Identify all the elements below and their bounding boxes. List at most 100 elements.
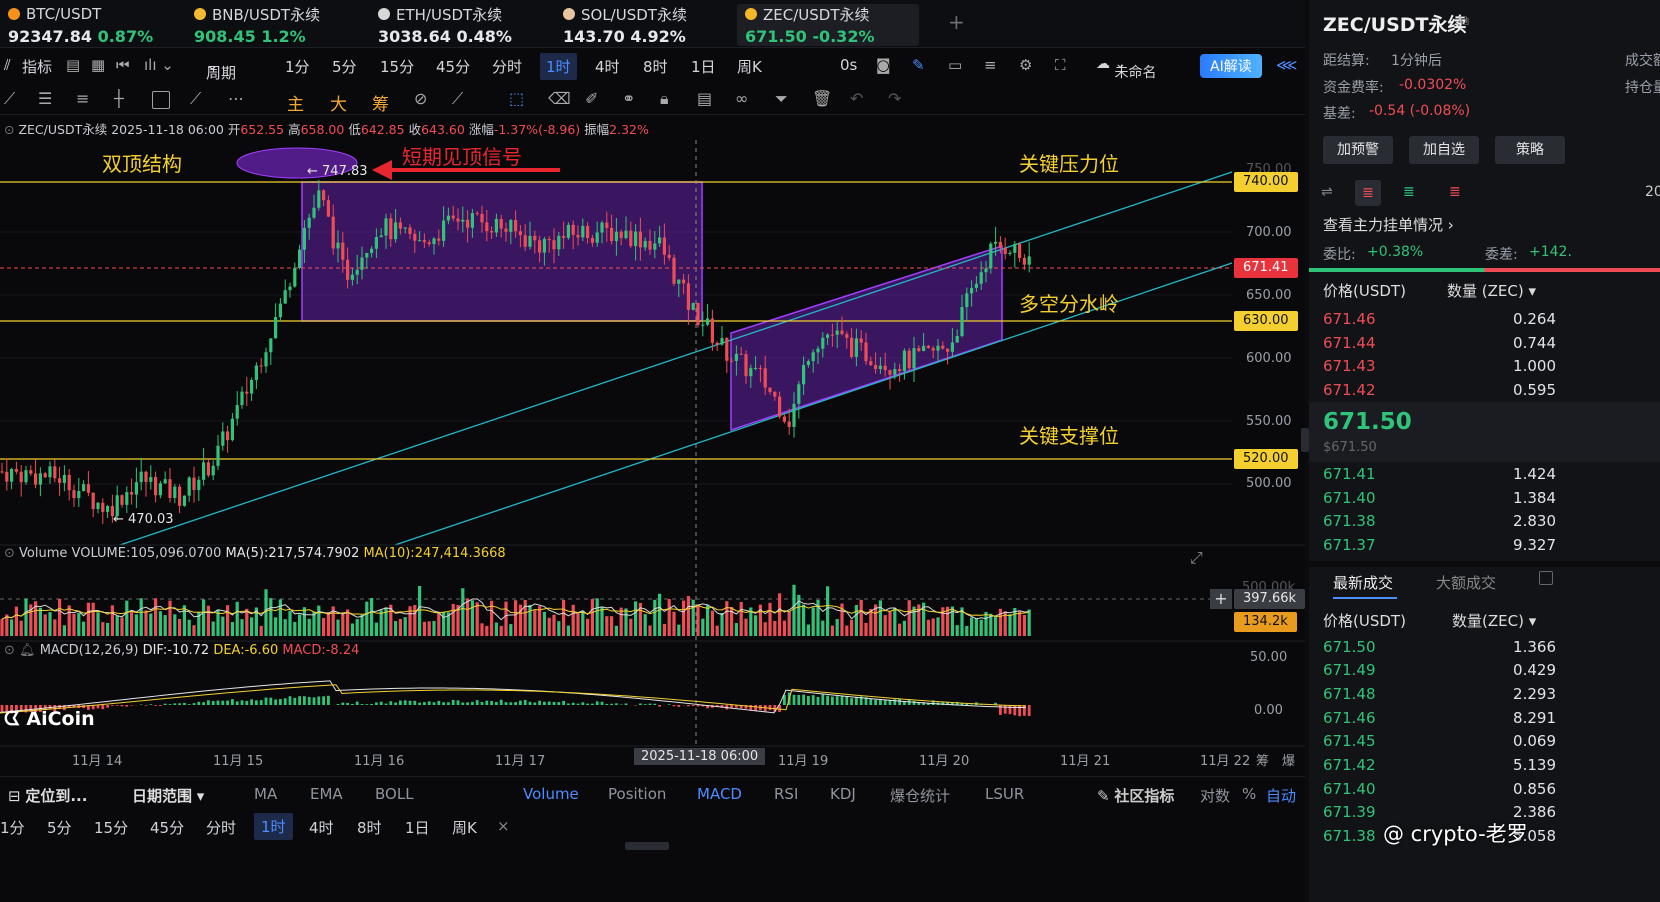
bid-row[interactable]: 671.41 1.424: [1309, 465, 1660, 489]
depth-selector[interactable]: 20: [1645, 184, 1660, 200]
ticker-tab-btc[interactable]: BTC/USDT 92347.84 0.87%: [0, 4, 180, 46]
link-icon[interactable]: ∞: [735, 89, 748, 108]
redo-icon[interactable]: ↷: [888, 89, 901, 108]
orderbook-asks-icon[interactable]: ≣: [1449, 184, 1461, 200]
ray-icon[interactable]: ⟋: [190, 89, 201, 109]
indicator-kdj[interactable]: KDJ: [830, 785, 856, 803]
filter-checkbox[interactable]: [1539, 571, 1553, 585]
interval-1h[interactable]: 1时: [254, 813, 293, 840]
template-icon[interactable]: ▤: [66, 56, 80, 74]
ticker-tab-zec[interactable]: ZEC/USDT永续 671.50 -0.32%: [737, 4, 919, 46]
interval-8h[interactable]: 8时: [643, 56, 668, 77]
bid-row[interactable]: 671.37 9.327: [1309, 536, 1660, 560]
collapse-icon[interactable]: ⊙: [4, 546, 15, 561]
ask-row[interactable]: 671.46 0.264: [1309, 310, 1660, 334]
interval-4h[interactable]: 4时: [595, 56, 620, 77]
indicator-position[interactable]: Position: [608, 785, 666, 803]
share-icon[interactable]: ⋘: [1276, 56, 1297, 74]
indicator-rsi[interactable]: RSI: [774, 785, 798, 803]
interval-1m[interactable]: 1分: [0, 817, 25, 838]
bottom-drag-handle[interactable]: [625, 842, 669, 850]
horizontal-lines-icon[interactable]: ≡: [76, 89, 89, 108]
layout-name-dropdown[interactable]: ☁ 未命名 ⌄: [1096, 56, 1156, 81]
liquidation-axis-button[interactable]: 爆: [1282, 750, 1295, 769]
ticker-tab-eth[interactable]: ETH/USDT永续 3038.64 0.48%: [370, 4, 550, 46]
more-tools-icon[interactable]: ⋯: [228, 89, 244, 108]
parallel-lines-icon[interactable]: ☰: [38, 89, 52, 108]
interval-15m[interactable]: 15分: [94, 817, 128, 838]
big-order-button[interactable]: 大: [330, 90, 347, 115]
trendline-icon[interactable]: ⟋: [4, 89, 15, 109]
interval-5m[interactable]: 5分: [47, 817, 72, 838]
magnet-icon[interactable]: ⚭: [622, 89, 635, 108]
interval-15m[interactable]: 15分: [380, 56, 414, 77]
bid-row[interactable]: 671.38 2.830: [1309, 512, 1660, 536]
replay-icon[interactable]: ⏮: [116, 56, 130, 74]
orderbook-both-icon[interactable]: ≣: [1355, 180, 1381, 206]
indicator-boll[interactable]: BOLL: [375, 785, 414, 803]
horizontal-ray-icon[interactable]: ┼: [114, 89, 124, 108]
rectangle-icon[interactable]: [152, 91, 170, 109]
undo-icon[interactable]: ↶: [850, 89, 863, 108]
trash-icon[interactable]: 🗑︎: [812, 89, 832, 108]
fullscreen-icon[interactable]: ⛶: [1055, 56, 1066, 74]
comment-icon[interactable]: ▭: [948, 56, 962, 74]
indicator-macd[interactable]: MACD: [697, 785, 742, 803]
log-scale-toggle[interactable]: 对数: [1200, 785, 1230, 806]
candle-type-icon[interactable]: ılı ⌄: [144, 56, 174, 74]
indicator-ema[interactable]: EMA: [310, 785, 343, 803]
interval-4h[interactable]: 4时: [309, 817, 334, 838]
interval-1d[interactable]: 1日: [691, 56, 716, 77]
expand-icon[interactable]: ⤢: [1190, 548, 1203, 568]
interval-5m[interactable]: 5分: [332, 56, 357, 77]
filter-icon[interactable]: ⏷: [775, 89, 788, 109]
community-indicators-button[interactable]: ✎ 社区指标: [1097, 785, 1174, 806]
lock-icon[interactable]: 🔒︎: [660, 89, 669, 109]
interval-1m[interactable]: 1分: [285, 56, 310, 77]
indicator-liquidation[interactable]: 爆仓统计: [890, 785, 950, 806]
ai-analysis-button[interactable]: AI解读: [1200, 54, 1262, 78]
add-tab-button[interactable]: +: [948, 10, 965, 34]
add-alert-button[interactable]: 加预警: [1323, 136, 1393, 164]
indicator-lsur[interactable]: LSUR: [985, 785, 1024, 803]
ruler-icon[interactable]: ⊘: [414, 89, 427, 108]
ticker-tab-bnb[interactable]: BNB/USDT永续 908.45 1.2%: [186, 4, 366, 46]
indicator-icon[interactable]: ⫽: [4, 56, 11, 74]
ask-row[interactable]: 671.43 1.000: [1309, 357, 1660, 381]
orderbook-view-icon[interactable]: ⇌: [1321, 184, 1333, 200]
tab-latest-trades[interactable]: 最新成交: [1333, 572, 1393, 593]
orderbook-bids-icon[interactable]: ≣: [1403, 184, 1415, 200]
interval-line[interactable]: 分时: [206, 817, 236, 838]
measure-icon[interactable]: ⟋: [452, 89, 463, 109]
indicator-volume[interactable]: Volume: [523, 785, 579, 803]
layout-icon[interactable]: ▦: [91, 56, 105, 74]
pencil-icon[interactable]: ✎: [912, 56, 925, 74]
template-draw-icon[interactable]: ▤: [697, 89, 712, 108]
interval-1w[interactable]: 周K: [737, 56, 762, 77]
copy-icon[interactable]: ⧉: [1459, 13, 1469, 29]
percent-scale-toggle[interactable]: %: [1242, 785, 1256, 803]
interval-45m[interactable]: 45分: [436, 56, 470, 77]
interval-1w[interactable]: 周K: [452, 817, 477, 838]
bell-icon[interactable]: 🔔︎: [19, 643, 36, 658]
bid-row[interactable]: 671.40 1.384: [1309, 489, 1660, 513]
orderbook-qty-header[interactable]: 数量 (ZEC) ▾: [1447, 280, 1536, 301]
collapse-icon[interactable]: ⊙: [4, 643, 15, 658]
ticker-tab-sol[interactable]: SOL/USDT永续 143.70 4.92%: [555, 4, 735, 46]
select-icon[interactable]: ⬚: [509, 89, 524, 108]
interval-8h[interactable]: 8时: [357, 817, 382, 838]
close-interval-bar-button[interactable]: ×: [497, 817, 510, 835]
date-range-button[interactable]: 日期范围 ▾: [132, 785, 204, 806]
interval-1h[interactable]: 1时: [540, 53, 577, 80]
interval-line[interactable]: 分时: [492, 56, 522, 77]
settings-icon[interactable]: ⚙: [1019, 56, 1032, 74]
chips-button[interactable]: 筹: [372, 90, 389, 115]
auto-scale-toggle[interactable]: 自动: [1266, 785, 1296, 806]
collapse-icon[interactable]: ⊙: [4, 122, 14, 137]
trades-qty-header[interactable]: 数量(ZEC) ▾: [1452, 610, 1536, 631]
interval-1d[interactable]: 1日: [405, 817, 430, 838]
period-dropdown[interactable]: 周期 ⌄: [206, 56, 236, 82]
eraser-icon[interactable]: ⌫: [548, 89, 571, 108]
brush-icon[interactable]: ✐: [585, 89, 598, 108]
ask-row[interactable]: 671.44 0.744: [1309, 334, 1660, 358]
